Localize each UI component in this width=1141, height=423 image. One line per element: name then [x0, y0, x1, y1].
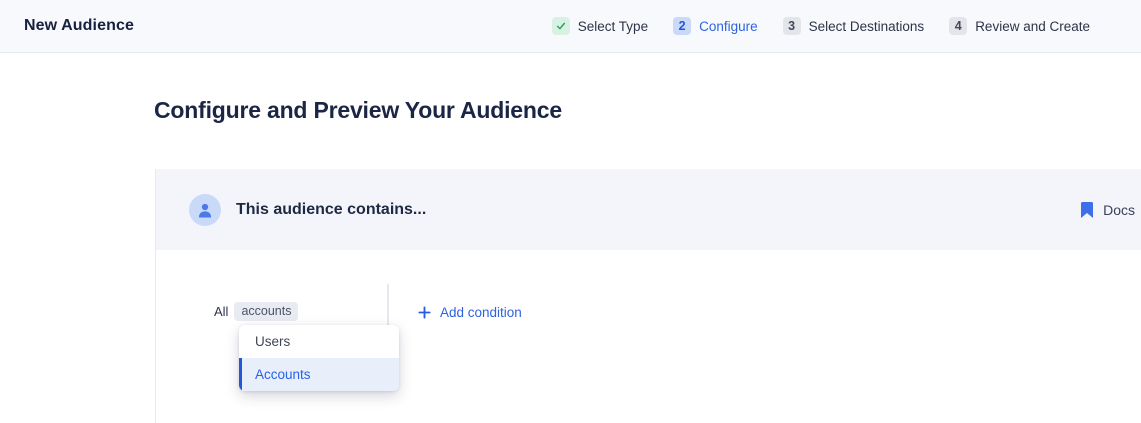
step-label: Select Destinations	[809, 19, 925, 34]
docs-label: Docs	[1103, 202, 1135, 218]
bookmark-icon	[1081, 202, 1093, 218]
add-condition-label: Add condition	[440, 305, 522, 320]
person-icon	[196, 201, 214, 219]
audience-panel-header: This audience contains... Docs	[156, 169, 1141, 250]
plus-icon	[418, 306, 431, 319]
avatar	[189, 194, 221, 226]
step-review-and-create[interactable]: 4 Review and Create	[949, 17, 1090, 35]
docs-link[interactable]: Docs	[1081, 202, 1135, 218]
condition-root-row: All accounts	[214, 302, 298, 321]
stepper: Select Type 2 Configure 3 Select Destina…	[552, 17, 1090, 35]
entity-type-pill[interactable]: accounts	[234, 302, 298, 321]
step-number-badge: 4	[949, 17, 967, 35]
step-number-badge: 3	[783, 17, 801, 35]
add-condition-button[interactable]: Add condition	[418, 305, 522, 320]
step-select-destinations[interactable]: 3 Select Destinations	[783, 17, 925, 35]
entity-type-dropdown: Users Accounts	[239, 325, 399, 391]
page-title: New Audience	[24, 17, 134, 35]
dropdown-option-users[interactable]: Users	[239, 325, 399, 358]
check-icon	[555, 20, 567, 32]
condition-prefix-label: All	[214, 304, 228, 319]
step-number-badge: 2	[673, 17, 691, 35]
audience-panel: This audience contains... Docs All accou…	[155, 169, 1141, 423]
dropdown-option-accounts[interactable]: Accounts	[239, 358, 399, 391]
condition-builder: All accounts Add condition Users Account…	[156, 250, 1141, 403]
section-heading: Configure and Preview Your Audience	[154, 97, 1141, 124]
step-label: Configure	[699, 19, 758, 34]
panel-title: This audience contains...	[236, 201, 426, 219]
step-label: Select Type	[578, 19, 648, 34]
step-configure[interactable]: 2 Configure	[673, 17, 758, 35]
step-complete-badge	[552, 17, 570, 35]
topbar: New Audience Select Type 2 Configure 3 S…	[0, 0, 1141, 53]
step-label: Review and Create	[975, 19, 1090, 34]
step-select-type[interactable]: Select Type	[552, 17, 648, 35]
